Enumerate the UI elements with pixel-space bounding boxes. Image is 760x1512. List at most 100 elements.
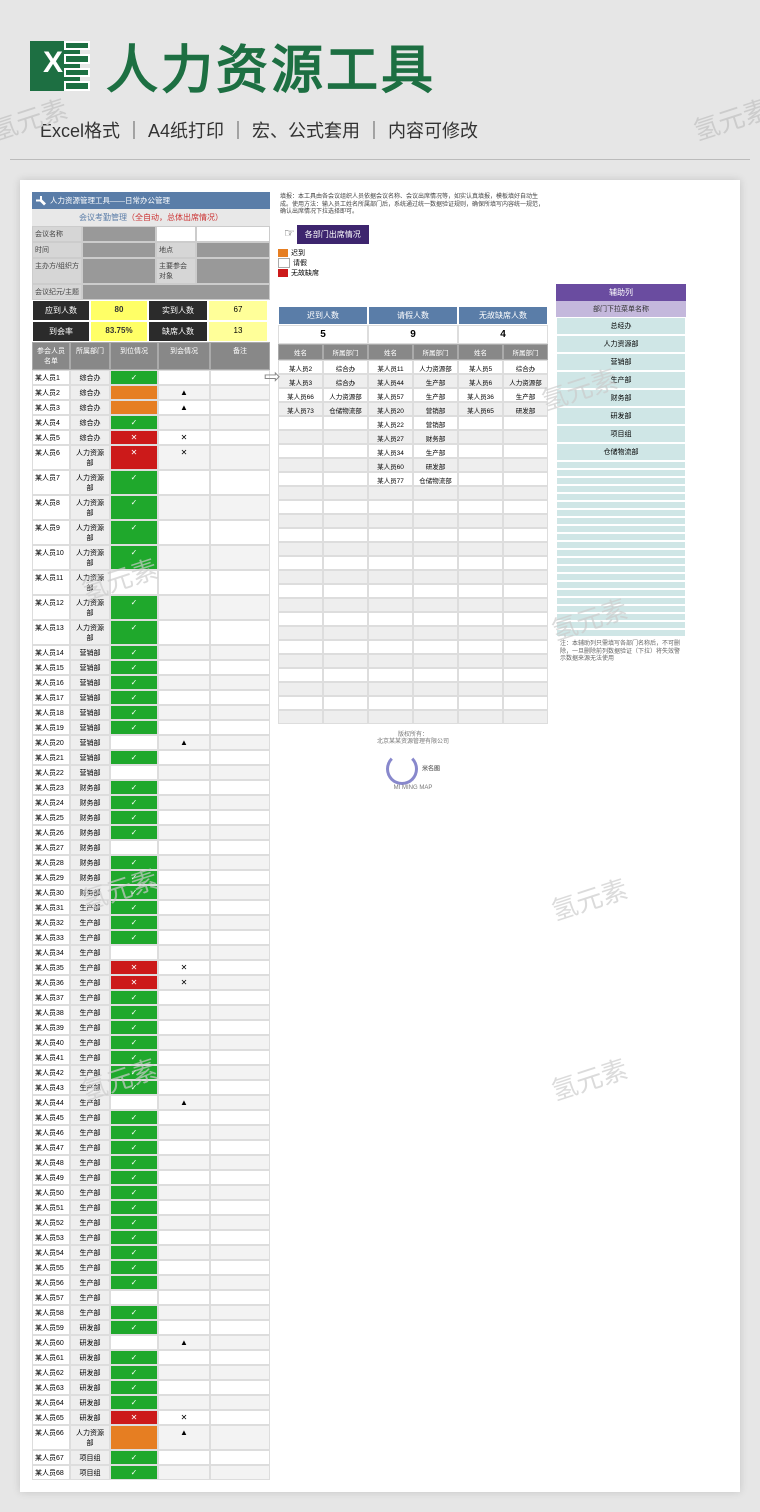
table-row: 某人员46生产部✓: [32, 1125, 270, 1140]
table-row: 某人员21营销部✓: [32, 750, 270, 765]
table-row: 某人员10人力资源部✓: [32, 545, 270, 570]
left-column: 人力资源管理工具——日常办公管理 会议考勤管理（全自动，总体出席情况） 会议名称…: [32, 192, 270, 1480]
dept-attendance-button[interactable]: 各部门出席情况: [297, 225, 369, 244]
table-row: 某人员61研发部✓: [32, 1350, 270, 1365]
attendance-table-head: 参会人员名单所属部门到位情况到会情况备注: [32, 342, 270, 370]
summary-row: [278, 668, 548, 682]
table-row: 某人员16营销部✓: [32, 675, 270, 690]
excel-icon: [30, 35, 92, 97]
aux-item: [556, 557, 686, 565]
logo-icon: [386, 753, 418, 785]
summary-row: [278, 556, 548, 570]
table-row: 某人员51生产部✓: [32, 1200, 270, 1215]
table-row: 某人员47生产部✓: [32, 1140, 270, 1155]
table-row: 某人员67项目组✓: [32, 1450, 270, 1465]
table-row: 某人员45生产部✓: [32, 1110, 270, 1125]
table-row: 某人员56生产部✓: [32, 1275, 270, 1290]
summary-row: [278, 640, 548, 654]
aux-item: [556, 525, 686, 533]
meeting-info: 会议名称 时间地点 主办方/组织方主要参会对象 会议纪元/主题: [32, 226, 270, 300]
aux-item: [556, 517, 686, 525]
table-row: 某人员18营销部✓: [32, 705, 270, 720]
summary-row: 某人员2综合办某人员11人力资源部某人员5综合办: [278, 360, 548, 374]
table-row: 某人员43生产部✓: [32, 1080, 270, 1095]
table-row: 某人员17营销部✓: [32, 690, 270, 705]
table-row: 某人员68项目组✓: [32, 1465, 270, 1480]
table-row: 某人员58生产部✓: [32, 1305, 270, 1320]
table-row: 某人员5综合办✕✕: [32, 430, 270, 445]
aux-item: [556, 461, 686, 469]
table-row: 某人员36生产部✕✕: [32, 975, 270, 990]
aux-item: [556, 605, 686, 613]
table-row: 某人员33生产部✓: [32, 930, 270, 945]
table-row: 某人员50生产部✓: [32, 1185, 270, 1200]
aux-item: 人力资源部: [556, 335, 686, 353]
table-row: 某人员6人力资源部✕✕: [32, 445, 270, 470]
aux-item: 营销部: [556, 353, 686, 371]
table-row: 某人员30财务部✓: [32, 885, 270, 900]
summary-row: [278, 584, 548, 598]
aux-item: [556, 493, 686, 501]
table-row: 某人员53生产部✓: [32, 1230, 270, 1245]
aux-item: 总经办: [556, 317, 686, 335]
summary-row: 某人员34生产部: [278, 444, 548, 458]
table-row: 某人员59研发部✓: [32, 1320, 270, 1335]
aux-item: [556, 565, 686, 573]
table-row: 某人员15营销部✓: [32, 660, 270, 675]
table-row: 某人员42生产部✓: [32, 1065, 270, 1080]
table-row: 某人员34生产部: [32, 945, 270, 960]
summary-row: [278, 696, 548, 710]
footer-credit: 版权所有： 北京某某资源管理有限公司 米名图 MI MING MAP: [278, 732, 548, 793]
stats-row-2: 到会率83.75% 缺席人数13: [32, 321, 270, 342]
aux-item: 项目组: [556, 425, 686, 443]
aux-item: [556, 549, 686, 557]
summary-row: [278, 654, 548, 668]
table-row: 某人员8人力资源部✓: [32, 495, 270, 520]
legend-late: 迟到: [291, 248, 305, 258]
table-row: 某人员41生产部✓: [32, 1050, 270, 1065]
summary-row: [278, 598, 548, 612]
aux-item: [556, 541, 686, 549]
table-row: 某人员9人力资源部✓: [32, 520, 270, 545]
legend-absent: 无故缺席: [291, 268, 319, 278]
table-row: 某人员49生产部✓: [32, 1170, 270, 1185]
aux-item: [556, 501, 686, 509]
summary-row: 某人员73仓储物流部某人员20营销部某人员65研发部: [278, 402, 548, 416]
table-row: 某人员3综合办▲: [32, 400, 270, 415]
aux-item: [556, 469, 686, 477]
hand-icon: ☞: [284, 226, 295, 240]
table-row: 某人员38生产部✓: [32, 1005, 270, 1020]
table-row: 某人员44生产部▲: [32, 1095, 270, 1110]
aux-title: 辅助列: [556, 284, 686, 301]
aux-item: [556, 597, 686, 605]
table-row: 某人员39生产部✓: [32, 1020, 270, 1035]
table-row: 某人员52生产部✓: [32, 1215, 270, 1230]
sub-banner: 会议考勤管理（全自动，总体出席情况）: [32, 209, 270, 226]
summary-row: [278, 528, 548, 542]
table-row: 某人员27财务部: [32, 840, 270, 855]
table-row: 某人员11人力资源部: [32, 570, 270, 595]
stats-row-1: 应到人数80 实到人数67: [32, 300, 270, 321]
aux-item: 仓储物流部: [556, 443, 686, 461]
aux-item: [556, 573, 686, 581]
summary-row: [278, 486, 548, 500]
table-row: 某人员26财务部✓: [32, 825, 270, 840]
table-row: 某人员40生产部✓: [32, 1035, 270, 1050]
tool-banner: 人力资源管理工具——日常办公管理: [32, 192, 270, 209]
table-row: 某人员23财务部✓: [32, 780, 270, 795]
table-row: 某人员2综合办▲: [32, 385, 270, 400]
table-row: 某人员37生产部✓: [32, 990, 270, 1005]
summary-row: [278, 710, 548, 724]
table-row: 某人员4综合办✓: [32, 415, 270, 430]
table-row: 某人员13人力资源部✓: [32, 620, 270, 645]
table-row: 某人员14营销部✓: [32, 645, 270, 660]
legend-leave: 请假: [293, 258, 307, 268]
table-row: 某人员28财务部✓: [32, 855, 270, 870]
aux-item: [556, 509, 686, 517]
table-row: 某人员54生产部✓: [32, 1245, 270, 1260]
summary-row: 某人员3综合办某人员44生产部某人员6人力资源部: [278, 374, 548, 388]
summary-row: 某人员22营销部: [278, 416, 548, 430]
banner-text: 人力资源管理工具——日常办公管理: [50, 195, 170, 206]
table-row: 某人员66人力资源部▲: [32, 1425, 270, 1450]
table-row: 某人员48生产部✓: [32, 1155, 270, 1170]
